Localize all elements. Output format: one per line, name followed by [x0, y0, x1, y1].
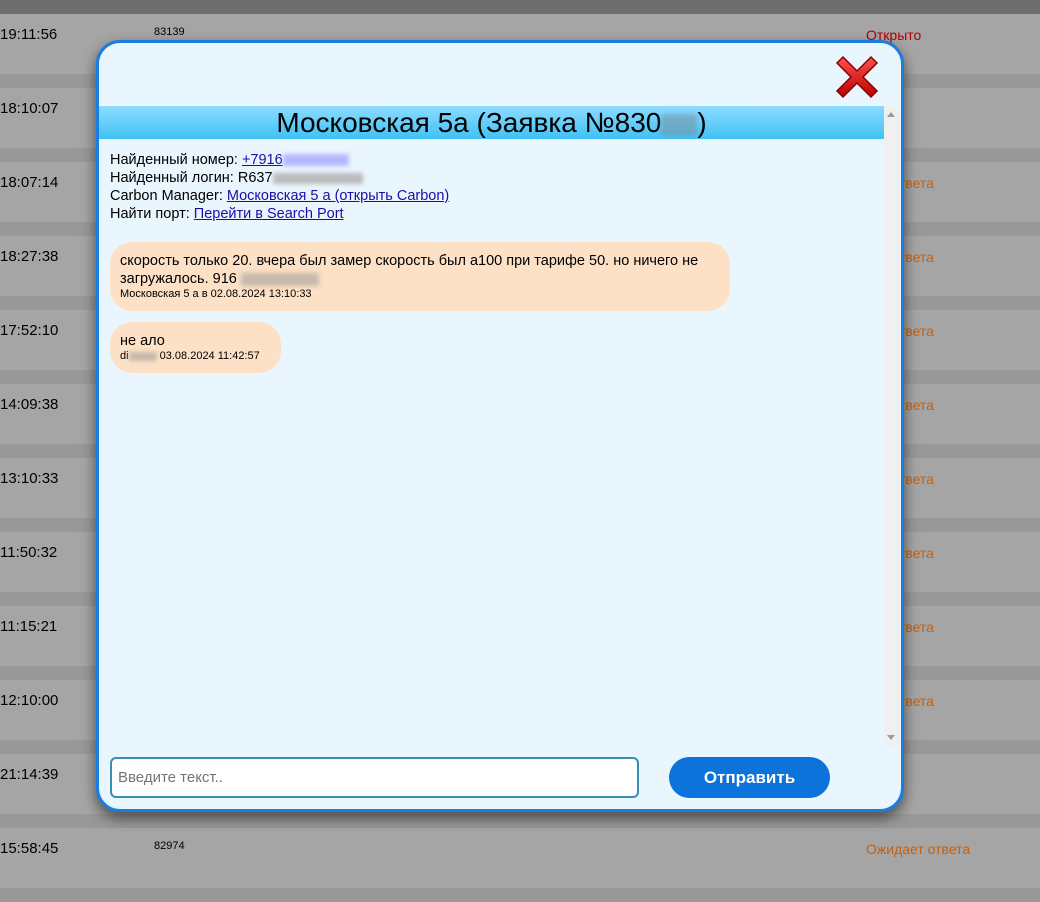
table-row[interactable]: 15:58:45 82974 Ожидает ответа: [0, 828, 1040, 888]
close-icon[interactable]: [831, 51, 883, 103]
row-separator: [0, 888, 1040, 902]
message-meta: Московская 5 а в 02.08.2024 13:10:33: [120, 288, 312, 300]
message-author: Московская 5 а: [120, 288, 199, 300]
message-text-content: скорость только 20. вчера был замер скор…: [120, 253, 699, 287]
row-separator: [0, 814, 1040, 828]
row-number: 83139: [154, 26, 185, 38]
top-bar: [0, 0, 1040, 14]
row-time: 18:07:14: [0, 174, 59, 191]
close-icon-graphic: [835, 55, 879, 99]
row-time: 14:09:38: [0, 396, 59, 413]
port-label: Найти порт:: [110, 206, 194, 222]
carbon-link[interactable]: Московская 5 а (открыть Carbon): [227, 188, 449, 204]
message-input[interactable]: [110, 757, 639, 798]
phone-label: Найденный номер:: [110, 152, 242, 168]
row-time: 11:15:21: [0, 618, 58, 635]
message-datetime: 03.08.2024 11:42:57: [159, 350, 260, 362]
message-datetime: 02.08.2024 13:10:33: [210, 288, 312, 300]
info-block: Найденный номер: +7916 Найденный логин: …: [99, 139, 884, 223]
redacted-request-number: [661, 113, 698, 136]
scroll-down-icon[interactable]: [887, 735, 895, 740]
login-row: Найденный логин: R637: [110, 169, 884, 187]
modal-title-text: Московская 5а (Заявка №830: [276, 107, 662, 138]
phone-link-text[interactable]: +7916: [242, 152, 283, 168]
modal-title: Московская 5а (Заявка №830): [99, 106, 884, 139]
login-value: R637: [237, 170, 273, 186]
search-port-link[interactable]: Перейти в Search Port: [194, 206, 344, 222]
redacted-phone: [282, 154, 349, 167]
row-status: Ожидает ответа: [866, 841, 971, 857]
request-chat-modal: Московская 5а (Заявка №830) Найденный но…: [96, 40, 904, 812]
scroll-up-icon[interactable]: [887, 112, 895, 117]
redacted-login: [272, 172, 363, 184]
message-bubble: скорость только 20. вчера был замер скор…: [110, 242, 730, 311]
row-time: 19:11:56: [0, 26, 58, 43]
row-time: 17:52:10: [0, 322, 59, 339]
message-author: di: [120, 350, 129, 362]
redacted-phone: [240, 272, 319, 286]
row-number: 82974: [154, 840, 185, 852]
login-label: Найденный логин:: [110, 170, 238, 186]
row-time: 21:14:39: [0, 766, 59, 783]
scrollbar[interactable]: [884, 106, 900, 746]
message-text: не ало: [120, 333, 165, 349]
redacted-author: [128, 351, 157, 361]
message-text: скорость только 20. вчера был замер скор…: [120, 252, 720, 288]
send-button[interactable]: Отправить: [669, 757, 830, 798]
message-meta: di 03.08.2024 11:42:57: [120, 350, 271, 363]
chat-scroll-area[interactable]: Московская 5а (Заявка №830) Найденный но…: [99, 106, 884, 746]
phone-row: Найденный номер: +7916: [110, 151, 884, 169]
carbon-label: Carbon Manager:: [110, 188, 227, 204]
row-time: 13:10:33: [0, 470, 59, 487]
row-time: 12:10:00: [0, 692, 59, 709]
message-bubble: не ало di 03.08.2024 11:42:57: [110, 322, 281, 373]
phone-link[interactable]: +7916: [242, 152, 349, 168]
row-time: 11:50:32: [0, 544, 58, 561]
row-time: 18:27:38: [0, 248, 59, 265]
row-time: 18:10:07: [0, 100, 59, 117]
row-time: 15:58:45: [0, 840, 59, 857]
port-row: Найти порт: Перейти в Search Port: [110, 205, 884, 223]
carbon-row: Carbon Manager: Московская 5 а (открыть …: [110, 187, 884, 205]
